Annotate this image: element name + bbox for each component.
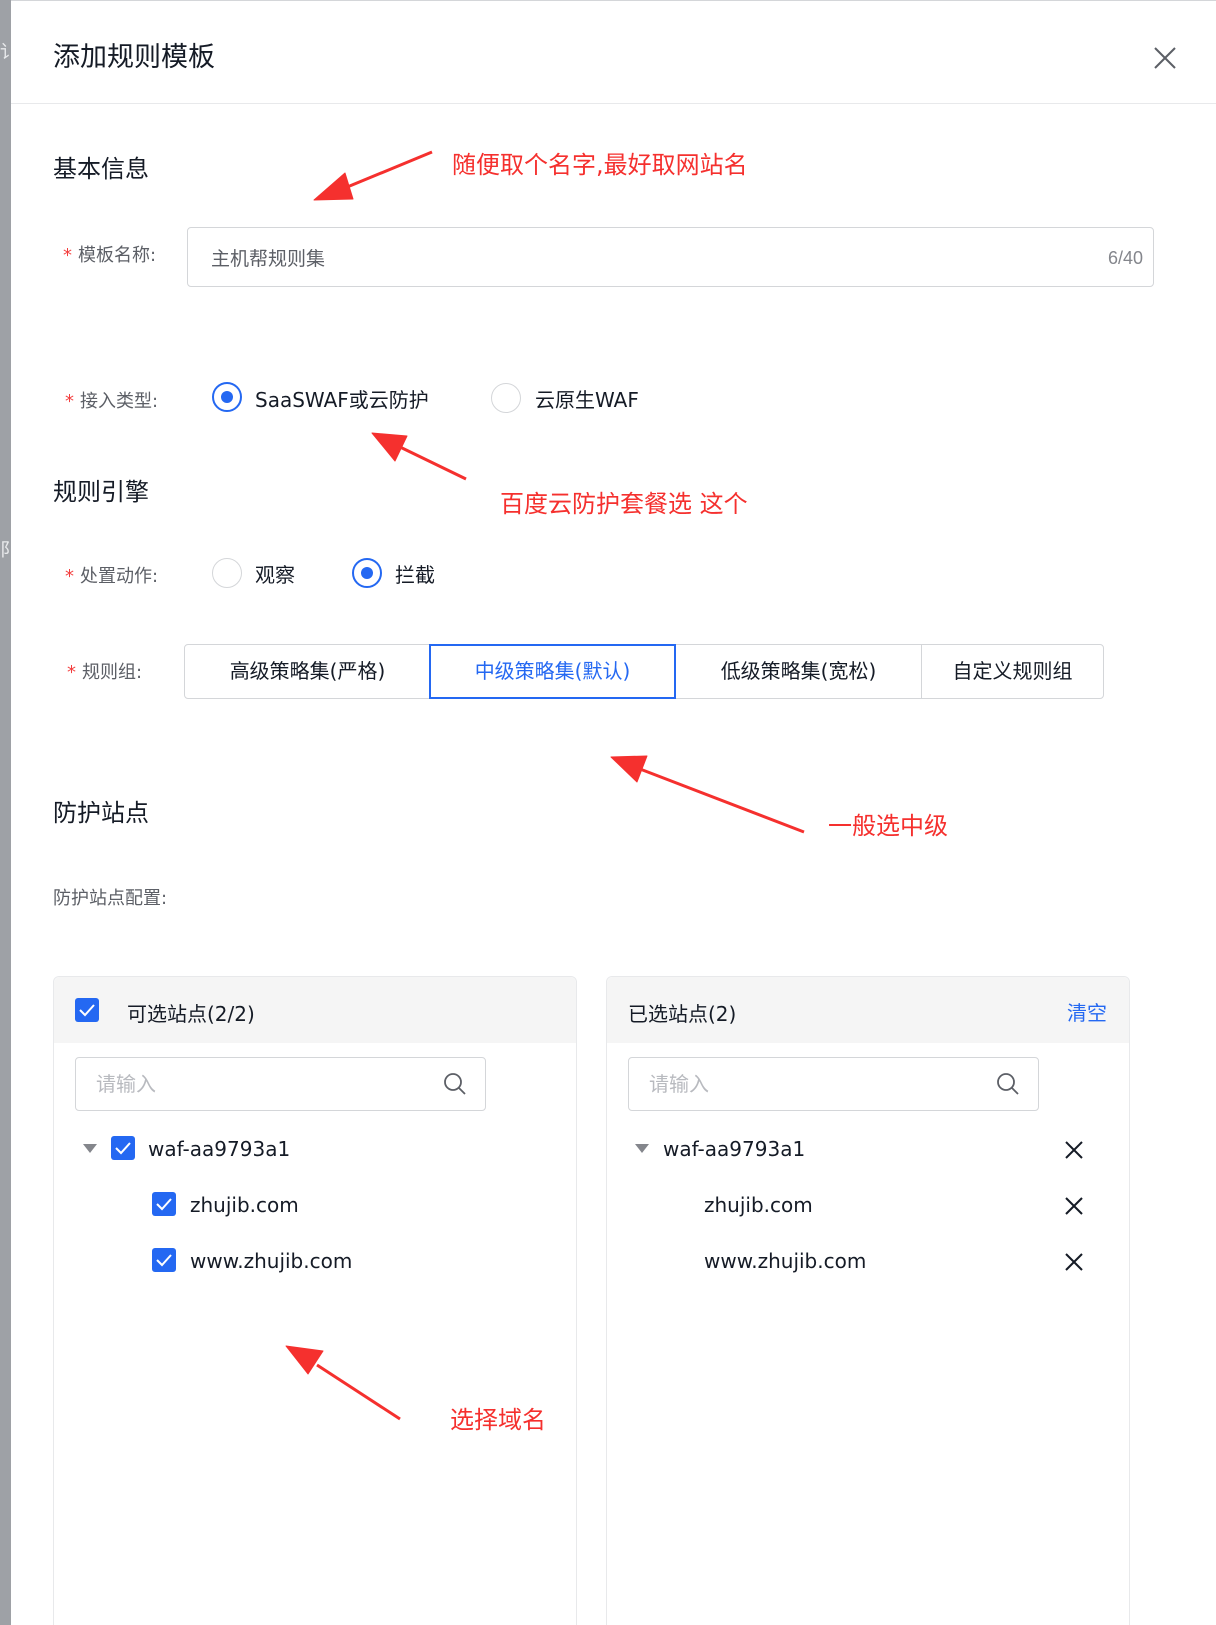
remove-icon[interactable] <box>1062 1250 1086 1274</box>
section-title-engine: 规则引擎 <box>53 478 149 506</box>
radio-label-block: 拦截 <box>395 563 435 587</box>
required-mark: * <box>67 662 76 683</box>
radio-saas-waf[interactable] <box>212 382 242 412</box>
required-mark: * <box>63 245 72 266</box>
template-name-label: * 模板名称: <box>63 245 157 266</box>
radio-label-cloud-native-waf: 云原生WAF <box>535 388 639 412</box>
available-sites-header: 可选站点(2/2) <box>54 977 576 1043</box>
rule-group-label: * 规则组: <box>67 662 143 683</box>
check-icon <box>156 1198 172 1211</box>
radio-cloud-native-waf[interactable] <box>491 383 521 413</box>
section-title-sites: 防护站点 <box>53 799 149 827</box>
annotation-name-tip: 随便取个名字,最好取网站名 <box>452 151 748 179</box>
clear-selected-link[interactable]: 清空 <box>1067 997 1107 1026</box>
tree-child-checkbox[interactable] <box>152 1248 176 1272</box>
annotation-site-tip: 选择域名 <box>450 1406 546 1434</box>
selected-sites-title: 已选站点(2) <box>628 1002 737 1026</box>
char-count: 6/40 <box>1107 248 1143 268</box>
rule-group-medium[interactable]: 中级策略集(默认) <box>429 644 676 699</box>
tree-expand-caret-icon[interactable] <box>83 1144 97 1153</box>
action-label: * 处置动作: <box>65 566 159 587</box>
template-name-input[interactable] <box>211 228 1071 286</box>
check-icon <box>156 1254 172 1267</box>
available-search-input[interactable] <box>96 1058 426 1110</box>
template-name-input-box[interactable]: 6/40 <box>187 227 1154 287</box>
access-type-label: * 接入类型: <box>65 391 159 412</box>
selected-root-label: waf-aa9793a1 <box>663 1137 806 1161</box>
modal-backdrop: 讠 阝 <box>0 0 11 1625</box>
selected-child-label: www.zhujib.com <box>704 1249 867 1273</box>
selected-sites-header: 已选站点(2) 清空 <box>607 977 1129 1043</box>
selected-sites-panel: 已选站点(2) 清空 waf-aa9793a1 zhujib.com www.z… <box>606 976 1130 1625</box>
check-icon <box>115 1142 131 1155</box>
section-title-basic: 基本信息 <box>53 155 149 183</box>
tree-child-label: zhujib.com <box>190 1193 299 1217</box>
radio-block[interactable] <box>352 558 382 588</box>
available-sites-panel: 可选站点(2/2) waf-aa9793a1 zhujib.com www.zh… <box>53 976 577 1625</box>
close-icon <box>1154 47 1176 69</box>
tree-root-label: waf-aa9793a1 <box>148 1137 291 1161</box>
radio-label-observe: 观察 <box>255 563 295 587</box>
required-mark: * <box>65 391 74 412</box>
required-mark: * <box>65 566 74 587</box>
annotation-access-tip: 百度云防护套餐选 这个 <box>500 490 748 518</box>
tree-child-label: www.zhujib.com <box>190 1249 353 1273</box>
check-icon <box>79 1004 95 1017</box>
search-icon[interactable] <box>443 1072 467 1096</box>
remove-icon[interactable] <box>1062 1194 1086 1218</box>
dialog-title: 添加规则模板 <box>53 42 215 73</box>
site-config-label: 防护站点配置: <box>53 888 168 909</box>
close-button[interactable] <box>1148 41 1182 75</box>
radio-label-saas-waf: SaaSWAF或云防护 <box>255 388 429 412</box>
tree-root-checkbox[interactable] <box>111 1136 135 1160</box>
backdrop-edge-glyph: 讠 <box>0 42 11 62</box>
dialog-header: 添加规则模板 <box>11 1 1216 104</box>
select-all-checkbox[interactable] <box>75 998 99 1022</box>
selected-search-input[interactable] <box>649 1058 979 1110</box>
search-icon[interactable] <box>996 1072 1020 1096</box>
selected-search-box[interactable] <box>628 1057 1039 1111</box>
tree-child-checkbox[interactable] <box>152 1192 176 1216</box>
rule-group-low[interactable]: 低级策略集(宽松) <box>675 644 922 699</box>
remove-icon[interactable] <box>1062 1138 1086 1162</box>
available-search-box[interactable] <box>75 1057 486 1111</box>
backdrop-edge-glyph: 阝 <box>0 540 11 560</box>
available-sites-title: 可选站点(2/2) <box>127 1002 255 1026</box>
tree-expand-caret-icon[interactable] <box>635 1144 649 1153</box>
annotation-group-tip: 一般选中级 <box>828 812 948 840</box>
rule-group-custom[interactable]: 自定义规则组 <box>921 644 1104 699</box>
add-rule-template-dialog: 添加规则模板 基本信息 *模板名称: 6/40 *接入类型: SaaSWAF或云… <box>11 0 1216 1625</box>
selected-child-label: zhujib.com <box>704 1193 813 1217</box>
radio-observe[interactable] <box>212 558 242 588</box>
rule-group-high[interactable]: 高级策略集(严格) <box>184 644 431 699</box>
